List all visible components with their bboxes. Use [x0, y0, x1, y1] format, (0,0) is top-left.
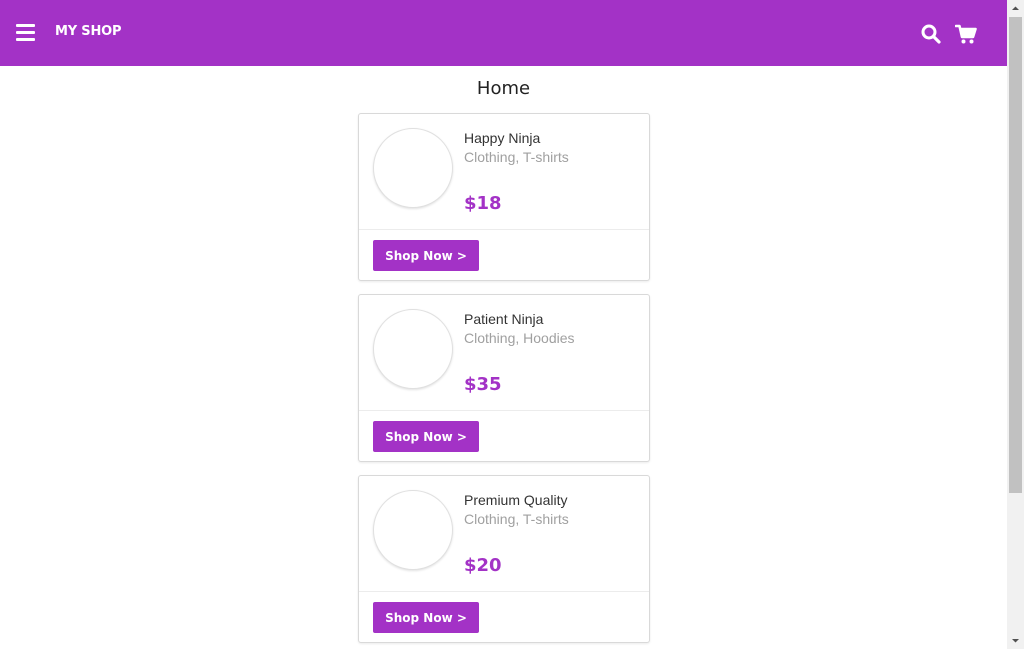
product-image	[373, 309, 453, 389]
product-image	[373, 128, 453, 208]
search-icon[interactable]	[921, 24, 941, 44]
shop-now-button[interactable]: Shop Now >	[373, 421, 479, 452]
brand-title[interactable]: MY SHOP	[55, 24, 122, 39]
product-name: Premium Quality	[464, 492, 568, 508]
product-card: Premium Quality Clothing, T-shirts $20 S…	[358, 475, 650, 643]
product-category: Clothing, T-shirts	[464, 149, 569, 165]
card-divider	[359, 229, 649, 230]
product-price: $35	[464, 374, 502, 395]
product-name: Patient Ninja	[464, 311, 544, 327]
product-price: $18	[464, 193, 502, 214]
product-image	[373, 490, 453, 570]
card-divider	[359, 591, 649, 592]
product-category: Clothing, Hoodies	[464, 330, 575, 346]
product-category: Clothing, T-shirts	[464, 511, 569, 527]
shop-now-button[interactable]: Shop Now >	[373, 240, 479, 271]
cart-icon[interactable]	[954, 23, 977, 45]
scroll-down-arrow-icon[interactable]	[1007, 632, 1024, 649]
scroll-up-arrow-icon[interactable]	[1007, 0, 1024, 17]
shop-now-button[interactable]: Shop Now >	[373, 602, 479, 633]
product-card: Happy Ninja Clothing, T-shirts $18 Shop …	[358, 113, 650, 281]
page-title: Home	[476, 78, 531, 99]
vertical-scrollbar[interactable]	[1007, 0, 1024, 649]
product-card: Patient Ninja Clothing, Hoodies $35 Shop…	[358, 294, 650, 462]
top-app-bar: MY SHOP	[0, 0, 1007, 66]
menu-icon[interactable]	[16, 24, 35, 41]
scrollbar-thumb[interactable]	[1009, 17, 1022, 493]
card-divider	[359, 410, 649, 411]
product-price: $20	[464, 555, 502, 576]
product-name: Happy Ninja	[464, 130, 541, 146]
